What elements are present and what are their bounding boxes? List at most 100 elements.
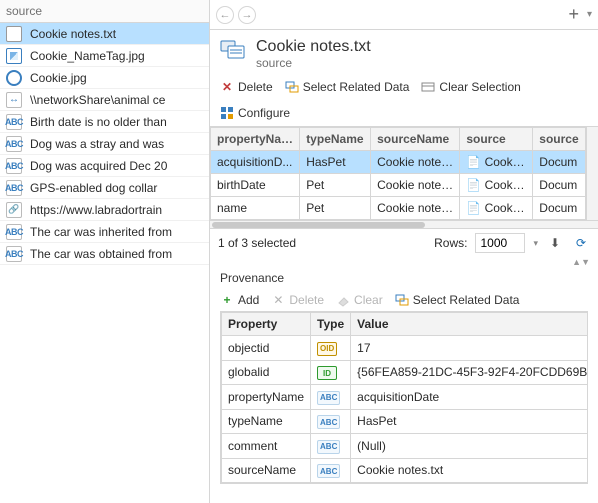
- grid-cell[interactable]: 📄 Cookie...: [460, 151, 533, 174]
- configure-button[interactable]: Configure: [220, 106, 290, 120]
- grid-cell[interactable]: Docum: [533, 197, 586, 220]
- document-group-icon: [220, 38, 248, 62]
- rows-input[interactable]: [475, 233, 525, 253]
- grid-cell[interactable]: Cookie notes...: [371, 151, 460, 174]
- rows-label: Rows:: [434, 236, 467, 250]
- type-badge-icon: ABC: [317, 415, 340, 429]
- prov-value-cell[interactable]: acquisitionDate: [351, 385, 588, 410]
- grid-cell[interactable]: Cookie notes...: [371, 174, 460, 197]
- grid-column-header[interactable]: source: [460, 128, 533, 151]
- grid-cell[interactable]: name: [211, 197, 300, 220]
- source-item-label: https://www.labradortrain: [30, 203, 162, 217]
- prov-row[interactable]: commentABC(Null): [222, 434, 589, 459]
- provenance-panel: Provenance + Add ✕ Delete Clear Select R: [210, 271, 598, 490]
- table-row[interactable]: birthDatePetCookie notes...📄 Cookie...Do…: [211, 174, 586, 197]
- prov-row[interactable]: objectidOID17: [222, 336, 589, 361]
- grid-column-header[interactable]: source: [533, 128, 586, 151]
- source-item[interactable]: 🔗 https://www.labradortrain: [0, 199, 209, 221]
- prov-row[interactable]: sourceNameABCCookie notes.txt: [222, 458, 589, 483]
- clear-selection-label: Clear Selection: [439, 80, 520, 94]
- prov-add-button[interactable]: + Add: [220, 293, 259, 307]
- grid-cell[interactable]: HasPet: [300, 151, 371, 174]
- source-item[interactable]: Cookie.jpg: [0, 67, 209, 89]
- type-badge-icon: ABC: [317, 391, 340, 405]
- prov-prop-cell: globalid: [222, 360, 311, 385]
- type-badge-icon: OID: [317, 342, 337, 356]
- prov-column-header[interactable]: Type: [311, 313, 351, 336]
- clear-selection-button[interactable]: Clear Selection: [421, 80, 520, 94]
- prov-select-related-button[interactable]: Select Related Data: [395, 293, 520, 307]
- grid-cell[interactable]: Pet: [300, 197, 371, 220]
- nav-forward-button[interactable]: →: [238, 6, 256, 24]
- img-file-icon: [6, 48, 22, 64]
- select-related-button[interactable]: Select Related Data: [285, 80, 410, 94]
- source-item[interactable]: Cookie_NameTag.jpg: [0, 45, 209, 67]
- grid-column-header[interactable]: sourceName: [371, 128, 460, 151]
- table-row[interactable]: namePetCookie notes...📄 Cookie...Docum: [211, 197, 586, 220]
- source-item-label: Dog was acquired Dec 20: [30, 159, 167, 173]
- grid-cell[interactable]: Pet: [300, 174, 371, 197]
- grid-cell[interactable]: birthDate: [211, 174, 300, 197]
- grid-cell[interactable]: Docum: [533, 151, 586, 174]
- txt-file-icon: [6, 26, 22, 42]
- source-item[interactable]: ABCBirth date is no older than: [0, 111, 209, 133]
- prov-clear-label: Clear: [354, 293, 383, 307]
- source-item[interactable]: Cookie notes.txt: [0, 23, 209, 45]
- configure-icon: [220, 106, 234, 120]
- panel-menu-chevron-icon[interactable]: ▾: [587, 9, 592, 20]
- rows-dropdown-icon[interactable]: ▾: [533, 238, 538, 249]
- grid-cell[interactable]: 📄 Cookie...: [460, 197, 533, 220]
- prov-row[interactable]: typeNameABCHasPet: [222, 409, 589, 434]
- delete-icon: ✕: [271, 293, 285, 307]
- grid-cell[interactable]: acquisitionD...: [211, 151, 300, 174]
- link-file-icon: 🔗: [6, 202, 22, 218]
- table-row[interactable]: acquisitionD...HasPetCookie notes...📄 Co…: [211, 151, 586, 174]
- provenance-table[interactable]: PropertyTypeValue objectidOID17globalidI…: [221, 312, 588, 483]
- source-item-label: The car was inherited from: [30, 225, 172, 239]
- source-item[interactable]: ABCGPS-enabled dog collar: [0, 177, 209, 199]
- grid-vertical-scrollbar[interactable]: [586, 127, 598, 220]
- type-badge-icon: ID: [317, 366, 337, 380]
- record-table[interactable]: propertyNametypeNamesourceNamesourcesour…: [210, 127, 586, 220]
- prov-column-header[interactable]: Value: [351, 313, 588, 336]
- grid-cell[interactable]: Docum: [533, 174, 586, 197]
- prov-value-cell[interactable]: Cookie notes.txt: [351, 458, 588, 483]
- source-list: Cookie notes.txtCookie_NameTag.jpgCookie…: [0, 23, 209, 503]
- select-related-label: Select Related Data: [303, 80, 410, 94]
- source-item-label: Birth date is no older than: [30, 115, 167, 129]
- select-related-icon: [285, 80, 299, 94]
- source-item[interactable]: \\networkShare\animal ce: [0, 89, 209, 111]
- source-item[interactable]: ABCDog was a stray and was: [0, 133, 209, 155]
- grid-horizontal-scrollbar[interactable]: [210, 220, 598, 228]
- prov-value-cell[interactable]: (Null): [351, 434, 588, 459]
- source-item-label: GPS-enabled dog collar: [30, 181, 157, 195]
- nav-back-button[interactable]: ←: [216, 6, 234, 24]
- prov-delete-button: ✕ Delete: [271, 293, 324, 307]
- prov-row[interactable]: globalid ID {56FEA859-21DC-45F3-92F4-20FCD…: [222, 360, 589, 385]
- prov-prop-cell: propertyName: [222, 385, 311, 410]
- refresh-button[interactable]: ⟳: [572, 234, 590, 252]
- grid-cell[interactable]: 📄 Cookie...: [460, 174, 533, 197]
- prov-value-cell[interactable]: HasPet: [351, 409, 588, 434]
- delete-button[interactable]: ✕ Delete: [220, 80, 273, 94]
- page-title: Cookie notes.txt: [256, 38, 371, 56]
- net-file-icon: [6, 92, 22, 108]
- source-item[interactable]: ABCThe car was obtained from: [0, 243, 209, 265]
- source-item[interactable]: ABCThe car was inherited from: [0, 221, 209, 243]
- prov-value-cell[interactable]: {56FEA859-21DC-45F3-92F4-20FCDD69B60C}: [351, 360, 588, 385]
- download-button[interactable]: ⬇: [546, 234, 564, 252]
- source-item[interactable]: ABC Dog was acquired Dec 20: [0, 155, 209, 177]
- abc-file-icon: ABC: [6, 246, 22, 262]
- prov-column-header[interactable]: Property: [222, 313, 311, 336]
- prov-row[interactable]: propertyName ABC acquisitionDate: [222, 385, 589, 410]
- add-panel-button[interactable]: +: [564, 4, 583, 25]
- prov-select-related-label: Select Related Data: [413, 293, 520, 307]
- panel-collapse-icons[interactable]: ▲▼: [210, 257, 598, 271]
- ring-file-icon: [6, 70, 22, 86]
- grid-column-header[interactable]: propertyName: [211, 128, 300, 151]
- grid-column-header[interactable]: typeName: [300, 128, 371, 151]
- abc-file-icon: ABC: [6, 158, 22, 174]
- plus-icon: +: [220, 293, 234, 307]
- prov-value-cell[interactable]: 17: [351, 336, 588, 361]
- grid-cell[interactable]: Cookie notes...: [371, 197, 460, 220]
